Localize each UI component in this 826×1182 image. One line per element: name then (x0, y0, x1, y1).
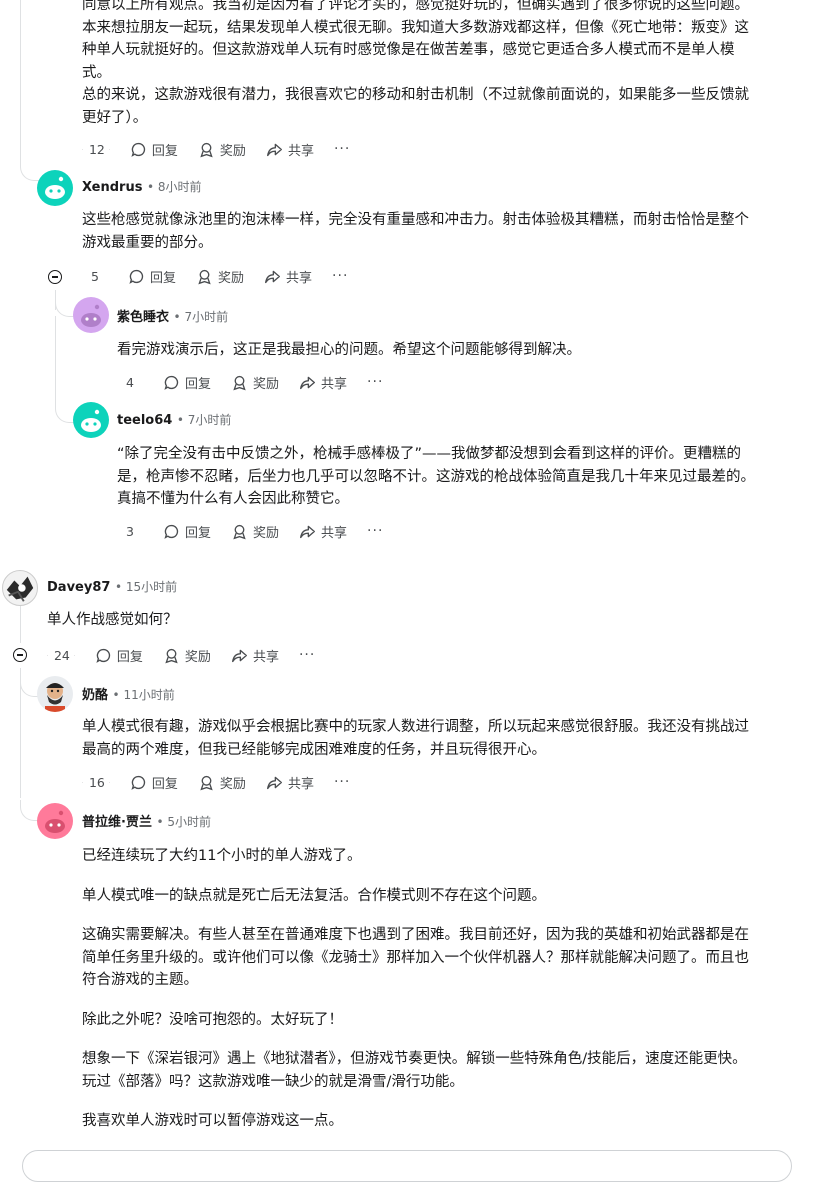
award-button[interactable]: 奖励 (196, 267, 244, 286)
award-icon (233, 524, 246, 539)
avatar[interactable] (37, 803, 73, 839)
collapse-thread-button[interactable] (48, 270, 62, 284)
comment-body: 已经连续玩了大约11个小时的单人游戏了。 单人模式唯一的缺点就是死亡后无法复活。… (82, 848, 749, 1129)
comment-author[interactable]: teelo64 • 7小时前 (117, 411, 231, 428)
comment-actions: 16 回复 奖励 共享 ··· (82, 771, 350, 793)
thread-line (20, 605, 21, 643)
award-button[interactable]: 奖励 (198, 773, 246, 792)
downvote-icon[interactable] (109, 781, 110, 783)
comment-timestamp: • 11小时前 (112, 688, 175, 702)
comment-actions: 12 回复 奖励 共享 ··· (82, 138, 350, 160)
comment-actions: 4 回复 奖励 共享 ··· (117, 371, 383, 393)
share-icon (266, 143, 282, 156)
comment-input[interactable] (22, 1150, 792, 1182)
comment-timestamp: • 15小时前 (114, 580, 178, 594)
share-icon (266, 776, 282, 789)
award-button[interactable]: 奖励 (231, 522, 279, 541)
comment-timestamp: • 7小时前 (173, 310, 229, 324)
comment-body: “除了完全没有击中反馈之外，枪械手感棒极了”——我做梦都没想到会看到这样的评价。… (117, 446, 755, 507)
reply-icon (131, 142, 146, 157)
share-icon (231, 649, 247, 662)
thread-curve (55, 296, 74, 317)
award-icon (165, 648, 178, 663)
comment-body: 这些枪感觉就像泳池里的泡沫棒一样，完全没有重量感和冲击力。射击体验极其糟糕，而射… (82, 212, 749, 251)
share-button[interactable]: 共享 (231, 646, 279, 665)
vote-count: 12 (88, 141, 105, 157)
vote-count: 3 (126, 523, 134, 539)
reply-button[interactable]: 回复 (163, 373, 211, 392)
more-options-button[interactable]: ··· (299, 647, 315, 663)
comment-body: 单人模式很有趣，游戏似乎会根据比赛中的玩家人数进行调整，所以玩起来感觉很舒服。我… (82, 719, 749, 758)
thread-line (20, 0, 21, 160)
avatar[interactable] (2, 570, 38, 606)
downvote-icon[interactable] (109, 148, 110, 150)
more-options-button[interactable]: ··· (332, 268, 348, 284)
more-options-button[interactable]: ··· (367, 374, 383, 390)
thread-curve (55, 402, 74, 423)
reply-button[interactable]: 回复 (95, 646, 143, 665)
reply-button[interactable]: 回复 (128, 267, 176, 286)
comment-body: 看完游戏演示后，这正是我最担心的问题。希望这个问题能够得到解决。 (117, 342, 581, 358)
avatar[interactable] (73, 297, 109, 333)
share-icon (300, 525, 316, 538)
reply-icon (164, 375, 179, 390)
share-icon (300, 376, 316, 389)
comment-body: 同意以上所有观点。我当初是因为看了评论才买的，感觉挺好玩的，但确实遇到了很多你说… (82, 0, 749, 126)
comment-author[interactable]: 奶酪 • 11小时前 (82, 684, 175, 703)
share-icon (265, 270, 281, 283)
thread-curve (20, 160, 39, 181)
comment-author[interactable]: 紫色睡衣 • 7小时前 (117, 306, 228, 325)
comment-timestamp: • 7小时前 (176, 413, 232, 427)
comment-actions: 3 回复 奖励 共享 ··· (117, 520, 383, 542)
reply-icon (129, 269, 144, 284)
downvote-icon[interactable] (74, 654, 75, 656)
comment-timestamp: • 8小时前 (147, 180, 202, 194)
reply-icon (131, 775, 146, 790)
comment-body: 单人作战感觉如何？ (47, 612, 178, 628)
award-button[interactable]: 奖励 (198, 140, 246, 159)
upvote-icon[interactable] (82, 148, 83, 150)
comment-author[interactable]: 普拉维·贾兰 • 5小时前 (82, 811, 211, 830)
award-icon (200, 775, 213, 790)
vote-count: 16 (88, 774, 105, 790)
award-icon (233, 375, 246, 390)
comment-author[interactable]: Xendrus • 8小时前 (82, 178, 202, 195)
vote-count: 4 (126, 374, 134, 390)
share-button[interactable]: 共享 (264, 267, 312, 286)
more-options-button[interactable]: ··· (367, 523, 383, 539)
comment-actions: 5 回复 奖励 共享 ··· (82, 265, 348, 287)
reply-icon (164, 524, 179, 539)
collapse-thread-button[interactable] (13, 648, 27, 662)
more-options-button[interactable]: ··· (334, 774, 350, 790)
vote-count: 24 (53, 647, 70, 663)
reply-button[interactable]: 回复 (130, 140, 178, 159)
reply-icon (96, 648, 111, 663)
upvote-icon[interactable] (47, 654, 48, 656)
share-button[interactable]: 共享 (266, 140, 314, 159)
avatar[interactable] (73, 402, 109, 438)
comment-timestamp: • 5小时前 (156, 815, 212, 829)
vote-count: 5 (91, 268, 99, 284)
award-icon (198, 269, 211, 284)
upvote-icon[interactable] (82, 781, 83, 783)
more-options-button[interactable]: ··· (334, 141, 350, 157)
reply-button[interactable]: 回复 (130, 773, 178, 792)
share-button[interactable]: 共享 (266, 773, 314, 792)
avatar[interactable] (37, 170, 73, 206)
share-button[interactable]: 共享 (299, 522, 347, 541)
thread-line (55, 316, 56, 402)
avatar[interactable] (37, 676, 73, 712)
award-button[interactable]: 奖励 (231, 373, 279, 392)
award-button[interactable]: 奖励 (163, 646, 211, 665)
comment-actions: 24 回复 奖励 共享 ··· (47, 644, 315, 666)
reply-button[interactable]: 回复 (163, 522, 211, 541)
award-icon (200, 142, 213, 157)
comment-author[interactable]: Davey87 • 15小时前 (47, 578, 177, 595)
share-button[interactable]: 共享 (299, 373, 347, 392)
